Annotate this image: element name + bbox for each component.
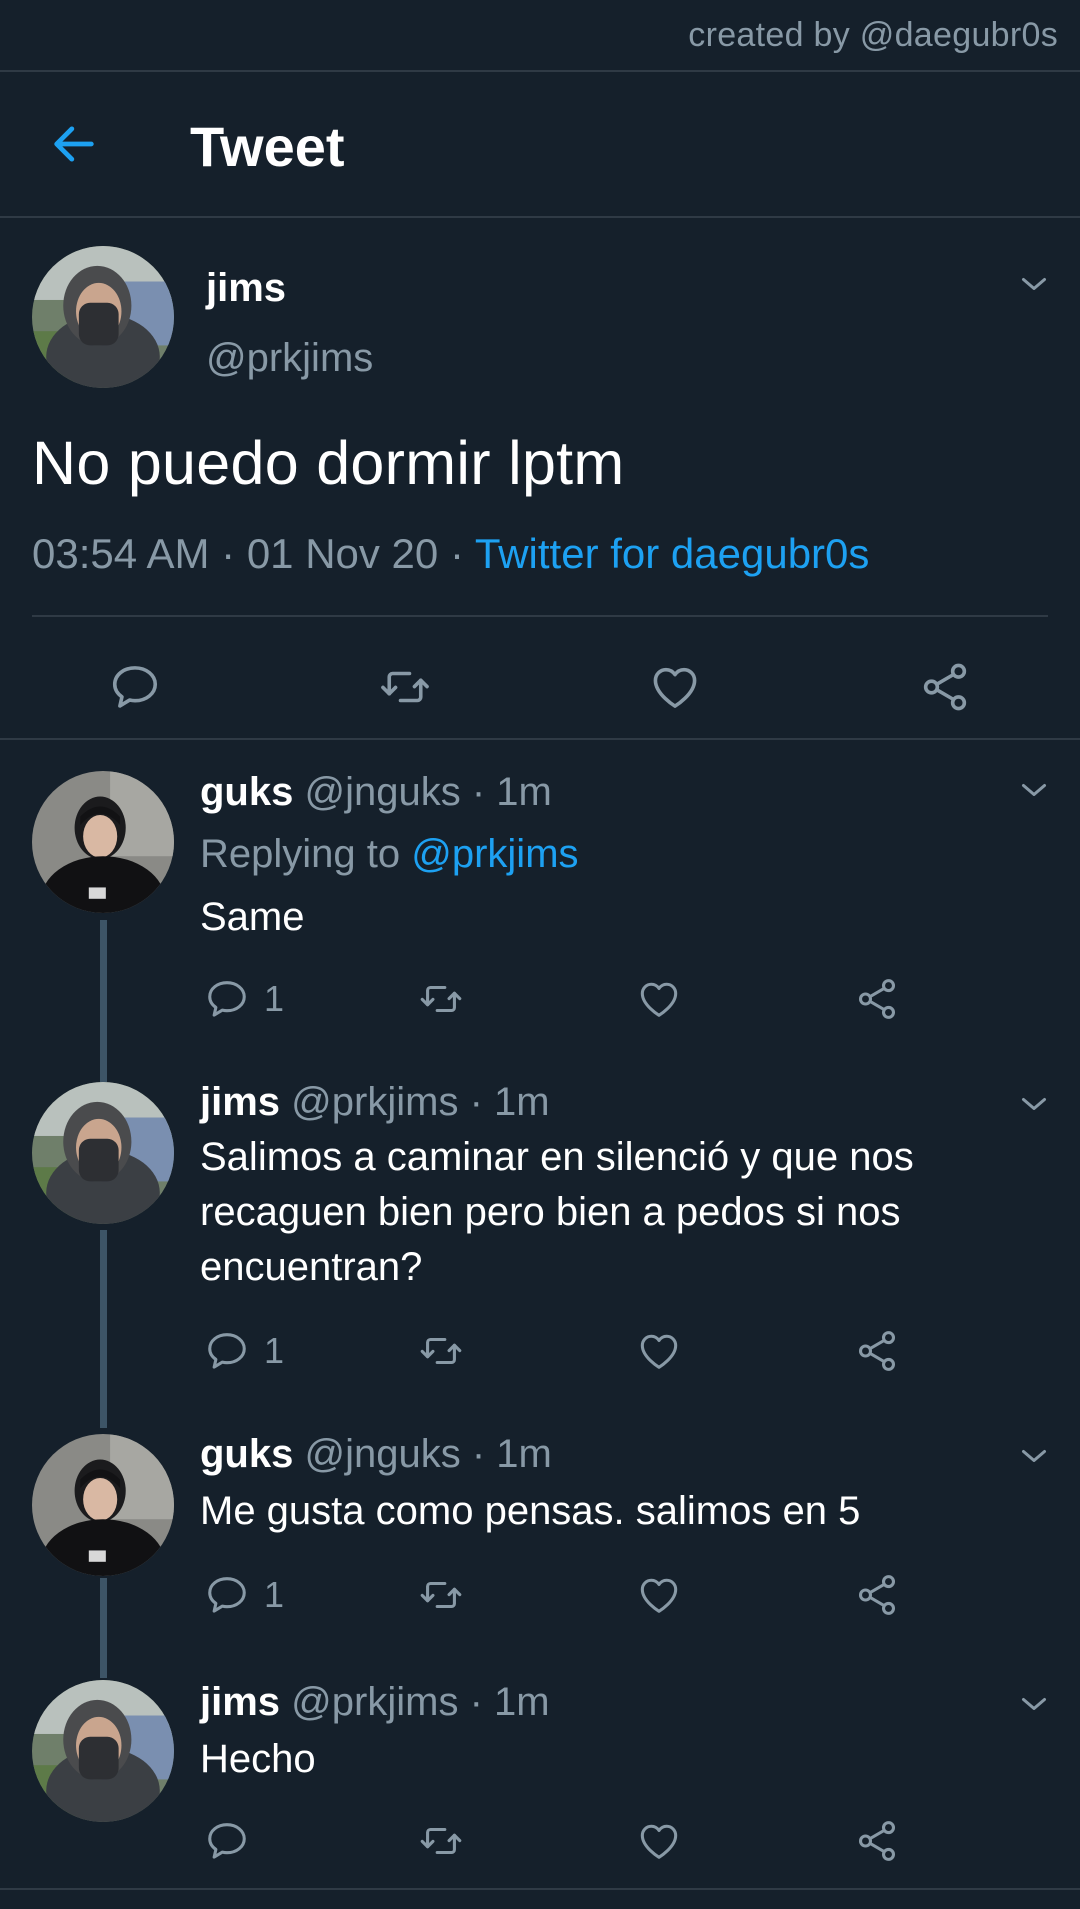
reply-text: Salimos a caminar en silenció y que nos … <box>200 1130 1020 1295</box>
retweet-icon[interactable] <box>418 976 464 1022</box>
author-handle[interactable]: @jnguks <box>304 1432 460 1476</box>
like-icon[interactable] <box>636 1818 682 1864</box>
reply-button[interactable] <box>204 1818 264 1864</box>
author-name[interactable]: jims <box>200 1680 280 1724</box>
reply-text-line: Same <box>200 895 305 939</box>
reply-tweet[interactable]: guks @jnguks · 1m Me gusta como pensas. … <box>0 1430 1080 1680</box>
author-handle[interactable]: @prkjims <box>206 336 373 381</box>
reply-actions: 1 <box>200 1328 960 1378</box>
share-icon[interactable] <box>854 1818 900 1864</box>
author-name[interactable]: guks <box>200 1432 293 1476</box>
author-name[interactable]: jims <box>200 1080 280 1124</box>
dot-separator: · <box>471 770 486 814</box>
reply-text: Hecho <box>200 1732 1020 1787</box>
reply-tweet[interactable]: guks @jnguks · 1m Replying to @prkjims S… <box>0 740 1080 1080</box>
author-handle[interactable]: @jnguks <box>304 770 460 814</box>
reply-text: Me gusta como pensas. salimos en 5 <box>200 1484 1020 1539</box>
reply-tweet[interactable]: jims @prkjims · 1m Salimos a caminar en … <box>0 1080 1080 1430</box>
reply-text-line: Salimos a caminar en silenció y que nos <box>200 1135 914 1179</box>
reply-time: 1m <box>494 1080 550 1124</box>
like-icon[interactable] <box>648 660 702 714</box>
dot-separator: · <box>471 1432 486 1476</box>
share-icon[interactable] <box>854 1572 900 1618</box>
reply-icon[interactable] <box>204 976 250 1022</box>
avatar[interactable] <box>32 1082 174 1224</box>
chevron-down-icon[interactable] <box>1016 1686 1052 1722</box>
retweet-icon[interactable] <box>418 1328 464 1374</box>
reply-text-line: Me gusta como pensas. salimos en 5 <box>200 1489 861 1533</box>
reply-text-line: Hecho <box>200 1737 316 1781</box>
reply-time: 1m <box>494 1680 550 1724</box>
meta-separator: · <box>449 530 464 577</box>
reply-actions: 1 <box>200 1572 960 1622</box>
reply-header: jims @prkjims · 1m <box>200 1680 550 1725</box>
reply-count: 1 <box>264 1574 285 1615</box>
author-name[interactable]: jims <box>206 266 286 311</box>
chevron-down-icon[interactable] <box>1016 772 1052 808</box>
share-icon[interactable] <box>854 1328 900 1374</box>
credit-watermark: created by @daegubr0s <box>688 16 1058 54</box>
avatar[interactable] <box>32 246 174 388</box>
reply-header: jims @prkjims · 1m <box>200 1080 550 1125</box>
back-arrow-icon[interactable] <box>48 118 100 170</box>
reply-text-line: encuentran? <box>200 1245 423 1289</box>
author-handle[interactable]: @prkjims <box>291 1680 458 1724</box>
reply-button[interactable]: 1 <box>204 1572 284 1618</box>
like-icon[interactable] <box>636 1328 682 1374</box>
reply-header: guks @jnguks · 1m <box>200 770 552 815</box>
reply-button[interactable]: 1 <box>204 976 284 1022</box>
tweet-meta: 03:54 AM · 01 Nov 20 · Twitter for daegu… <box>32 530 869 578</box>
bottom-divider <box>0 1888 1080 1890</box>
tweet-date: 01 Nov 20 <box>246 530 439 577</box>
reply-tweet[interactable]: jims @prkjims · 1m Hecho <box>0 1680 1080 1888</box>
avatar[interactable] <box>32 1434 174 1576</box>
tweet-text: No puedo dormir lptm <box>32 429 625 497</box>
like-icon[interactable] <box>636 976 682 1022</box>
replying-to-link[interactable]: @prkjims <box>411 832 578 876</box>
page-title: Tweet <box>190 115 345 178</box>
reply-text-line: recaguen bien pero bien a pedos si nos <box>200 1190 901 1234</box>
chevron-down-icon[interactable] <box>1016 266 1052 302</box>
meta-separator: · <box>221 530 236 577</box>
reply-icon[interactable] <box>108 660 162 714</box>
reply-text: Same <box>200 890 1020 945</box>
replying-to: Replying to @prkjims <box>200 832 579 877</box>
dot-separator: · <box>469 1080 483 1124</box>
main-tweet: jims @prkjims No puedo dormir lptm 03:54… <box>0 218 1080 738</box>
reply-button[interactable]: 1 <box>204 1328 284 1374</box>
reply-icon[interactable] <box>204 1328 250 1374</box>
replying-label: Replying to <box>200 832 401 876</box>
tweet-divider <box>32 615 1048 617</box>
reply-time: 1m <box>496 770 552 814</box>
reply-header: guks @jnguks · 1m <box>200 1432 552 1477</box>
header: Tweet <box>0 72 1080 216</box>
reply-count: 1 <box>264 1330 285 1371</box>
author-handle[interactable]: @prkjims <box>291 1080 458 1124</box>
retweet-icon[interactable] <box>418 1572 464 1618</box>
tweet-actions <box>0 638 1080 738</box>
chevron-down-icon[interactable] <box>1016 1086 1052 1122</box>
avatar[interactable] <box>32 771 174 913</box>
reply-icon[interactable] <box>204 1818 250 1864</box>
dot-separator: · <box>469 1680 483 1724</box>
reply-actions <box>200 1818 960 1868</box>
retweet-icon[interactable] <box>378 660 432 714</box>
tweet-time: 03:54 AM <box>32 530 210 577</box>
retweet-icon[interactable] <box>418 1818 464 1864</box>
like-icon[interactable] <box>636 1572 682 1618</box>
share-icon[interactable] <box>854 976 900 1022</box>
author-name[interactable]: guks <box>200 770 293 814</box>
tweet-source-link[interactable]: Twitter for daegubr0s <box>475 530 870 577</box>
chevron-down-icon[interactable] <box>1016 1438 1052 1474</box>
avatar[interactable] <box>32 1680 174 1822</box>
share-icon[interactable] <box>918 660 972 714</box>
reply-actions: 1 <box>200 976 960 1026</box>
reply-time: 1m <box>496 1432 552 1476</box>
reply-icon[interactable] <box>204 1572 250 1618</box>
reply-count: 1 <box>264 978 285 1019</box>
